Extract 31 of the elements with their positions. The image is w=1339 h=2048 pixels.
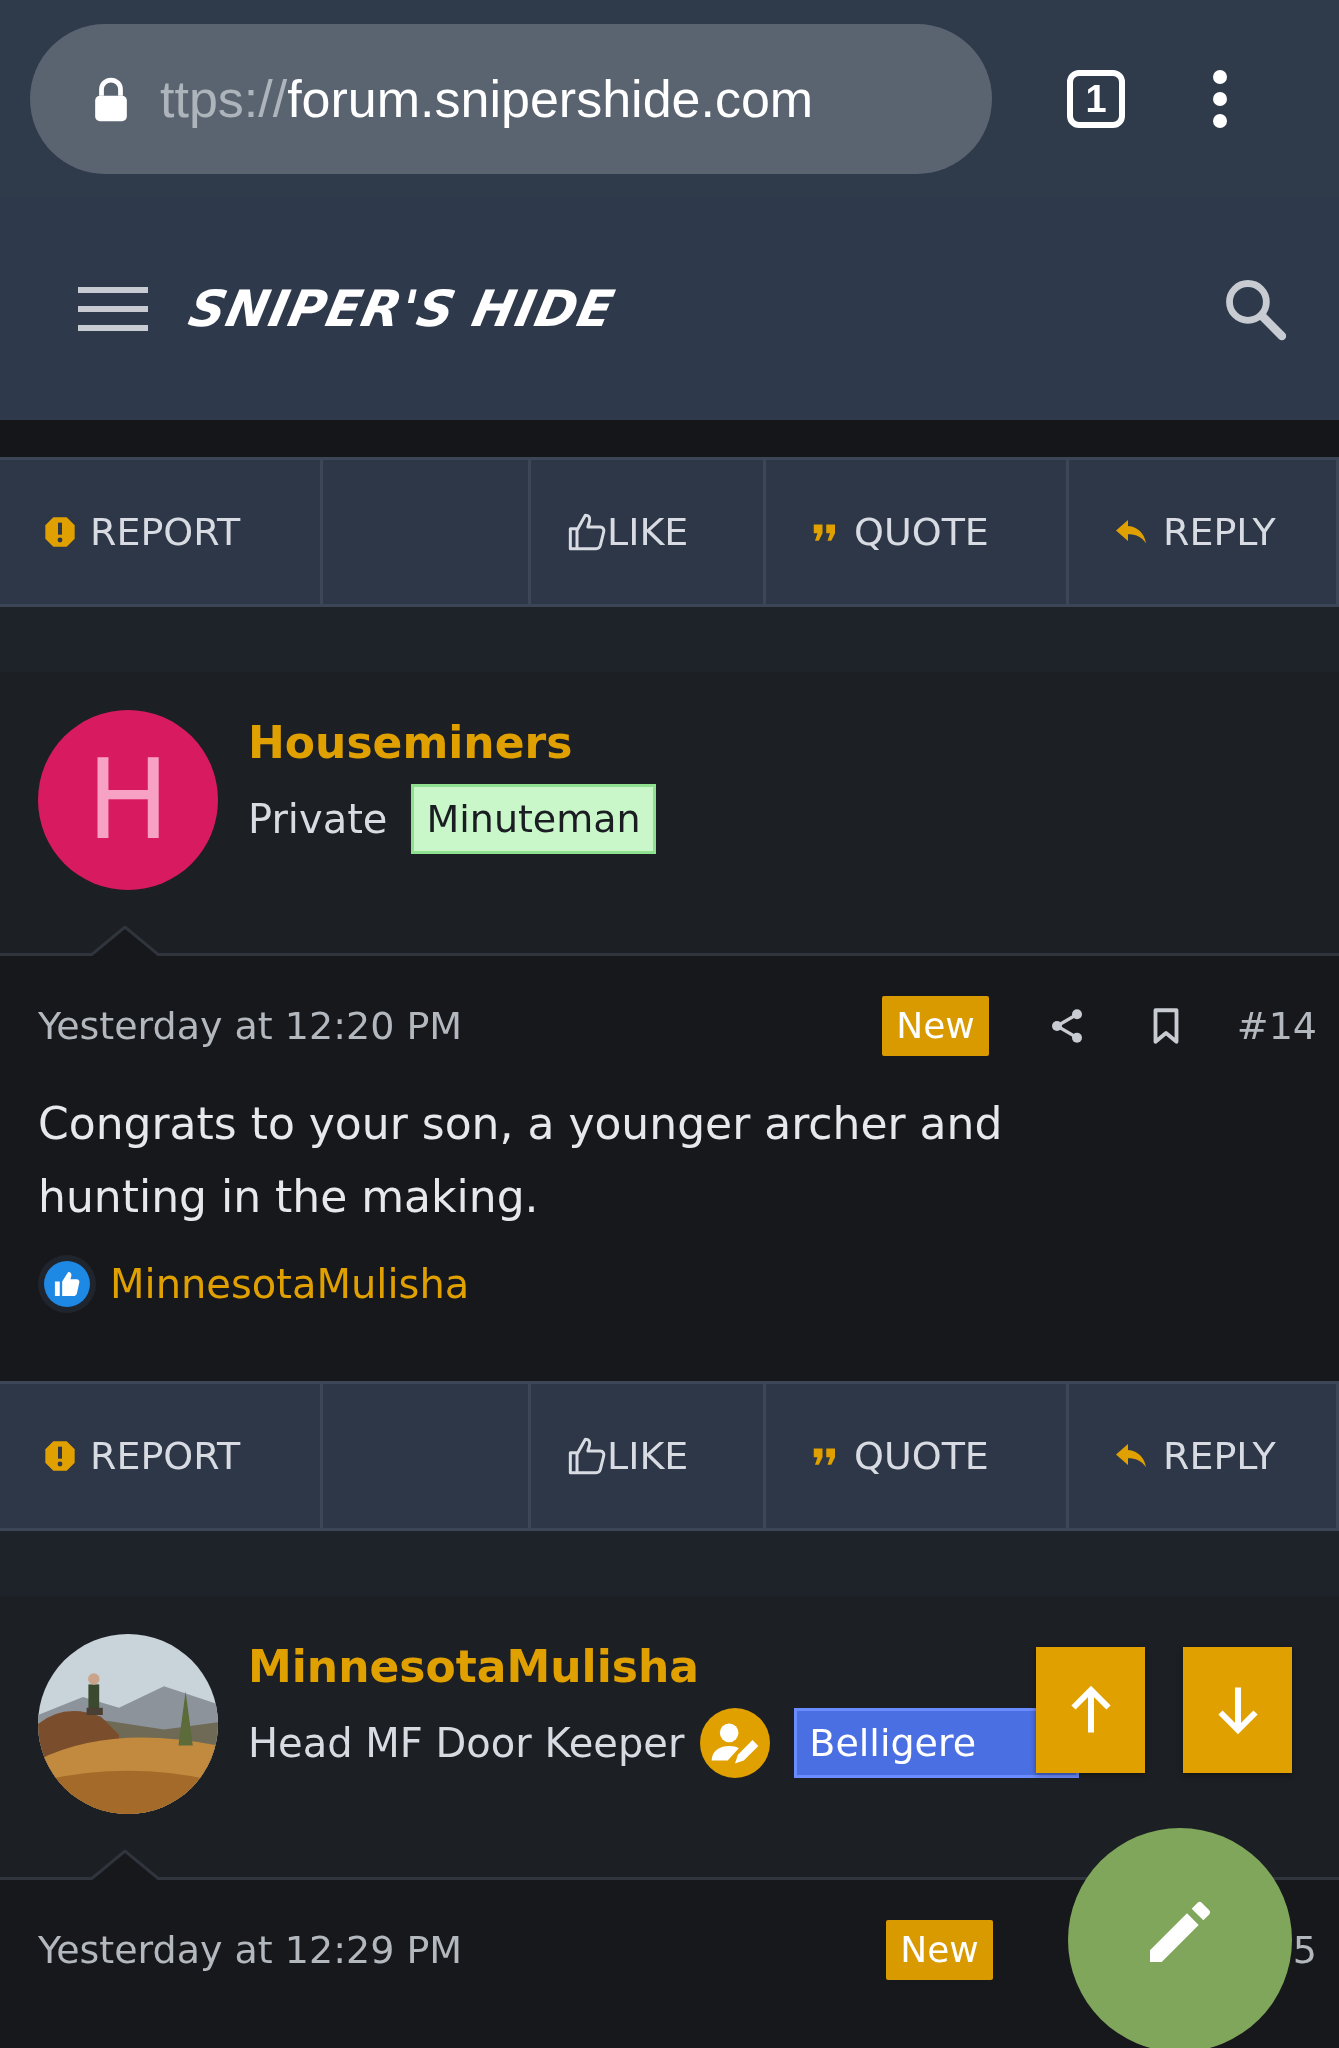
more-options-icon[interactable] bbox=[1213, 69, 1227, 129]
new-badge: New bbox=[886, 1920, 993, 1980]
thumbs-up-icon bbox=[567, 1436, 607, 1476]
warning-icon bbox=[44, 516, 76, 548]
reaction-user-link[interactable]: MinnesotaMulisha bbox=[110, 1261, 470, 1307]
report-button[interactable]: REPORT bbox=[0, 457, 323, 607]
user-title: Head MF Door Keeper bbox=[248, 1719, 685, 1768]
like-button[interactable]: LIKE bbox=[531, 457, 766, 607]
site-logo[interactable]: SNIPER'S HIDE bbox=[183, 280, 620, 338]
author-name[interactable]: MinnesotaMulisha bbox=[248, 1640, 699, 1694]
user-banner: Minuteman bbox=[411, 784, 656, 854]
menu-icon[interactable] bbox=[78, 287, 148, 331]
quote-button[interactable]: QUOTE bbox=[766, 1381, 1069, 1531]
like-button[interactable]: LIKE bbox=[531, 1381, 766, 1531]
report-button[interactable]: REPORT bbox=[0, 1381, 323, 1531]
quote-button[interactable]: QUOTE bbox=[766, 457, 1069, 607]
post-date[interactable]: Yesterday at 12:29 PM bbox=[38, 1928, 463, 1972]
post-text: Congrats to your son, a younger archer and hunting in the making. bbox=[38, 1097, 1004, 1224]
user-title: Private bbox=[248, 795, 388, 844]
post-number[interactable]: #14 bbox=[1236, 1004, 1317, 1048]
like-reaction-icon bbox=[38, 1255, 96, 1313]
author-name[interactable]: Houseminers bbox=[248, 716, 573, 770]
tab-count-button[interactable]: 1 bbox=[1067, 70, 1125, 128]
warning-icon bbox=[44, 1440, 76, 1472]
new-badge: New bbox=[882, 996, 989, 1056]
url-text: ttps://forum.snipershide.com bbox=[160, 69, 814, 129]
post-number[interactable]: 5 bbox=[1292, 1928, 1317, 1972]
post-date[interactable]: Yesterday at 12:20 PM bbox=[38, 1004, 463, 1048]
address-bar[interactable]: ttps://forum.snipershide.com bbox=[30, 24, 992, 174]
thumbs-up-icon bbox=[567, 512, 607, 552]
lock-icon bbox=[92, 76, 130, 122]
